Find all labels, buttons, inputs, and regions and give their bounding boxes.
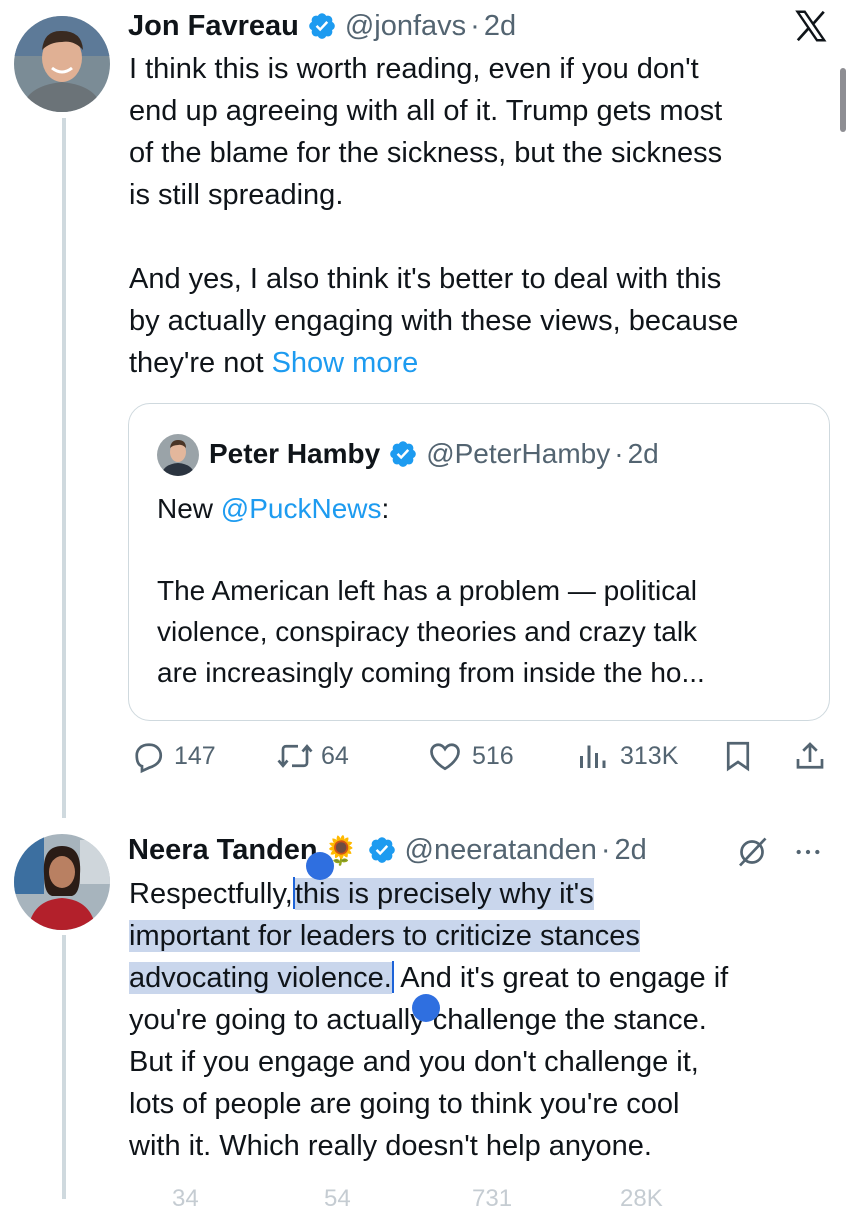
- timestamp[interactable]: 2d: [615, 834, 647, 867]
- timestamp[interactable]: 2d: [484, 10, 516, 43]
- quote-line: violence, conspiracy theories and crazy …: [157, 616, 698, 647]
- avatar-peter-hamby: [157, 434, 199, 476]
- author-handle[interactable]: @jonfavs: [345, 10, 466, 43]
- quoted-tweet-card[interactable]: Peter Hamby @PeterHamby · 2d New @PuckNe…: [128, 403, 830, 721]
- tweet1-text: I think this is worth reading, even if y…: [129, 48, 829, 384]
- quote-line-1: New @PuckNews:: [157, 488, 817, 529]
- author-name[interactable]: Jon Favreau: [128, 10, 299, 43]
- verified-badge-icon: [388, 439, 418, 469]
- grok-icon[interactable]: [734, 834, 770, 870]
- text-line-2: important for leaders to criticize stanc…: [129, 915, 829, 957]
- like-icon: [426, 738, 464, 774]
- text-fragment: they're not: [129, 347, 272, 379]
- verified-badge-icon: [367, 835, 397, 865]
- separator-dot: ·: [600, 833, 611, 866]
- thread-line-lower: [62, 935, 66, 1199]
- text-line: end up agreeing with all of it. Trump ge…: [129, 95, 723, 127]
- avatar-jon-favreau[interactable]: [14, 16, 110, 112]
- thread-line: [62, 118, 66, 818]
- quote-author-handle: @PeterHamby: [426, 438, 611, 469]
- like-button[interactable]: 516: [426, 738, 514, 774]
- repost-button[interactable]: 64: [275, 738, 349, 774]
- selection-start-handle[interactable]: [306, 852, 334, 880]
- separator-dot: ·: [470, 9, 480, 42]
- text-fragment: :: [381, 493, 390, 524]
- faded-reply-count: 34: [172, 1185, 199, 1212]
- quote-line: The American left has a problem — politi…: [157, 575, 698, 606]
- more-icon[interactable]: [790, 836, 826, 868]
- text-line: I think this is worth reading, even if y…: [129, 53, 699, 85]
- verified-badge-icon: [307, 11, 337, 41]
- show-more-link[interactable]: Show more: [272, 347, 419, 379]
- text-line-last: they're not Show more: [129, 342, 829, 384]
- bookmark-icon: [720, 738, 756, 774]
- text-line-blank: [157, 529, 817, 570]
- views-button[interactable]: 313K: [574, 738, 678, 774]
- quote-timestamp: 2d: [627, 438, 659, 469]
- text-line: is still spreading.: [129, 179, 344, 211]
- text-line-1: Respectfully,this is precisely why it's: [129, 873, 829, 915]
- text-line: And yes, I also think it's better to dea…: [129, 263, 722, 295]
- text-line-3: advocating violence. And it's great to e…: [129, 957, 829, 999]
- quote-header: Peter Hamby @PeterHamby · 2d: [209, 434, 659, 474]
- text-line: by actually engaging with these views, b…: [129, 305, 739, 337]
- quote-line: are increasingly coming from inside the …: [157, 657, 705, 688]
- text-line: But if you engage and you don't challeng…: [129, 1046, 699, 1078]
- tweet2-header: Neera Tanden 🌻 @neeratanden · 2d: [128, 830, 647, 870]
- repost-icon: [275, 738, 315, 774]
- tweet2-text: Respectfully,this is precisely why it's …: [129, 873, 829, 1167]
- selected-text[interactable]: this is precisely why it's: [294, 878, 594, 910]
- repost-count: 64: [321, 741, 349, 770]
- text-line: you're going to actually challenge the s…: [129, 1004, 707, 1036]
- text-line-blank: [129, 216, 829, 258]
- share-button[interactable]: [792, 738, 828, 774]
- tweet1-actions: 147 64 516 313K: [130, 738, 830, 784]
- text-line: of the blame for the sickness, but the s…: [129, 137, 723, 169]
- views-icon: [574, 738, 610, 774]
- like-count: 516: [472, 741, 514, 770]
- reply-count: 147: [174, 741, 216, 770]
- quote-author-name: Peter Hamby: [209, 438, 381, 469]
- author-name[interactable]: Neera Tanden: [128, 834, 318, 867]
- selection-end-handle[interactable]: [412, 994, 440, 1022]
- text-fragment: And it's great to engage if: [393, 962, 729, 994]
- avatar-neera-tanden[interactable]: [14, 834, 110, 930]
- share-icon: [792, 738, 828, 774]
- quote-text: New @PuckNews: The American left has a p…: [157, 488, 817, 693]
- tweet1-header: Jon Favreau @jonfavs · 2d: [128, 6, 516, 46]
- view-count: 313K: [620, 741, 679, 770]
- text-fragment: New: [157, 493, 221, 524]
- separator-dot: ·: [614, 438, 624, 469]
- selected-text[interactable]: advocating violence.: [129, 962, 392, 994]
- faded-like-count: 731: [472, 1185, 513, 1212]
- text-fragment: Respectfully,: [129, 878, 293, 910]
- text-line: lots of people are going to think you're…: [129, 1088, 680, 1120]
- text-line: with it. Which really doesn't help anyon…: [129, 1130, 652, 1162]
- reply-button[interactable]: 147: [130, 738, 216, 774]
- bookmark-button[interactable]: [720, 738, 756, 774]
- x-logo-icon: [792, 8, 830, 44]
- reply-icon: [130, 738, 166, 774]
- mention-link[interactable]: @PuckNews: [221, 493, 382, 524]
- scrollbar[interactable]: [840, 68, 846, 132]
- author-handle[interactable]: @neeratanden: [405, 834, 597, 867]
- selected-text[interactable]: important for leaders to criticize stanc…: [129, 920, 640, 952]
- faded-repost-count: 54: [324, 1185, 351, 1212]
- faded-view-count: 28K: [620, 1185, 663, 1212]
